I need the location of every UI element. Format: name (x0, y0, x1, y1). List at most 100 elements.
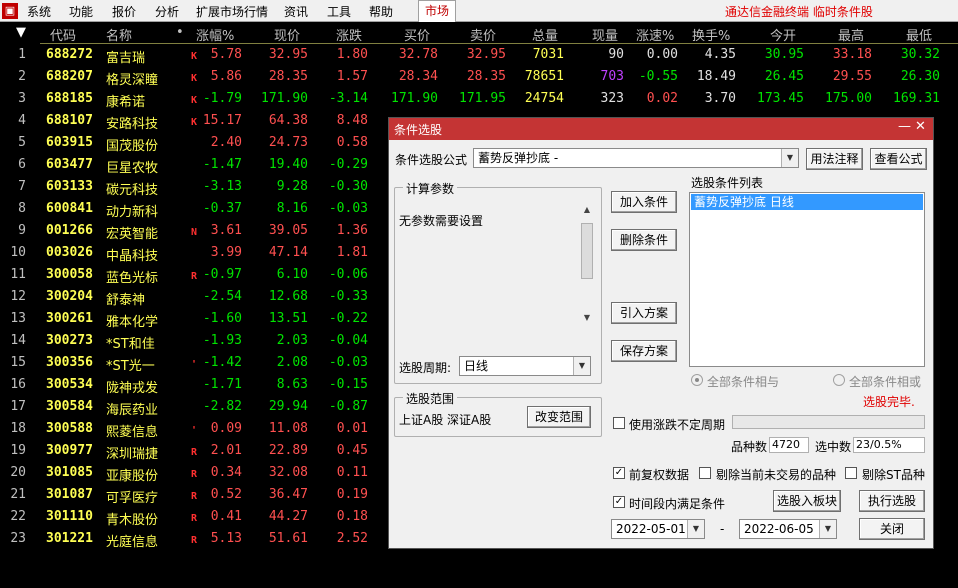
market-tab[interactable]: 市场 (418, 0, 456, 22)
view-formula-button[interactable]: 查看公式 (870, 148, 927, 170)
menu-item-quote[interactable]: 报价 (112, 3, 136, 20)
cell-pct: 5.78 (210, 47, 242, 62)
cell-price: 2.08 (276, 355, 308, 370)
header-speed[interactable]: 涨速% (636, 25, 674, 44)
cell-pct: -1.47 (202, 157, 242, 172)
header-volume[interactable]: 总量 (532, 25, 558, 44)
fq-checkbox[interactable]: ✓ (613, 467, 625, 479)
header-turnover[interactable]: 换手% (692, 25, 730, 44)
menu-item-system[interactable]: 系统 (27, 3, 51, 20)
formula-value: 蓄势反弹抄底 - (478, 151, 559, 165)
formula-label: 条件选股公式 (395, 153, 468, 167)
sort-arrow-icon[interactable]: ▼ (0, 25, 26, 40)
cell-idx: 23 (10, 531, 26, 546)
date-from-picker[interactable]: 2022-05-01 ▼ (611, 519, 705, 539)
chevron-down-icon[interactable]: ▼ (781, 149, 798, 167)
condition-list[interactable]: 蓄势反弹抄底 日线 (689, 192, 925, 367)
cell-idx: 13 (10, 311, 26, 326)
menu-bar: ▣ 系统 功能 报价 分析 扩展市场行情 资讯 工具 帮助 市场 通达信金融终端… (0, 0, 958, 22)
exclude-st-checkbox[interactable] (845, 467, 857, 479)
close-dialog-button[interactable]: 关闭 (859, 518, 925, 540)
cell-ask: 32.95 (466, 47, 506, 62)
cell-chg: -0.03 (328, 201, 368, 216)
chevron-down-icon[interactable]: ▼ (687, 520, 704, 538)
cell-code: 301085 (46, 465, 93, 480)
add-condition-button[interactable]: 加入条件 (611, 191, 677, 213)
cell-name: *ST和佳 (106, 337, 155, 352)
header-bid[interactable]: 买价 (404, 25, 430, 44)
dialog-titlebar[interactable]: 条件选股 — ✕ (389, 118, 933, 140)
header-dot[interactable]: • (176, 25, 184, 40)
cell-idx: 7 (18, 179, 26, 194)
header-code[interactable]: 代码 (50, 25, 76, 44)
table-row[interactable]: 2 688207 格灵深瞳 K 5.86 28.35 1.57 28.34 28.35 78651… (0, 66, 958, 88)
cell-low: 30.32 (900, 47, 940, 62)
header-name[interactable]: 名称 (106, 25, 132, 44)
condition-list-label: 选股条件列表 (691, 176, 764, 190)
scroll-down-icon[interactable]: ▼ (580, 311, 594, 325)
close-icon[interactable]: ✕ (915, 119, 926, 134)
header-open[interactable]: 今开 (770, 25, 796, 44)
header-low[interactable]: 最低 (906, 25, 932, 44)
save-plan-button[interactable]: 保存方案 (611, 340, 677, 362)
cell-code: 301110 (46, 509, 93, 524)
menu-item-tools[interactable]: 工具 (327, 3, 351, 20)
usage-note-button[interactable]: 用法注释 (806, 148, 863, 170)
scroll-up-icon[interactable]: ▲ (580, 203, 594, 217)
cell-name: 亚康股份 (106, 469, 159, 484)
radio-and-label: 全部条件相与 (707, 375, 780, 389)
header-change[interactable]: 涨跌 (336, 25, 362, 44)
cell-code: 300584 (46, 399, 93, 414)
header-high[interactable]: 最高 (838, 25, 864, 44)
params-scrollbar[interactable]: ▲ ▼ (580, 203, 594, 325)
cell-pct: 0.09 (210, 421, 242, 436)
header-ask[interactable]: 卖价 (470, 25, 496, 44)
exclude-untraded-checkbox[interactable] (699, 467, 711, 479)
status-text: 选股完毕. (863, 395, 915, 409)
import-plan-button[interactable]: 引入方案 (611, 302, 677, 324)
cell-chg: -3.14 (328, 91, 368, 106)
execute-select-button[interactable]: 执行选股 (859, 490, 925, 512)
scroll-thumb[interactable] (581, 223, 593, 279)
chevron-down-icon[interactable]: ▼ (819, 520, 836, 538)
app-logo-icon[interactable]: ▣ (2, 3, 18, 19)
menu-item-extended-market[interactable]: 扩展市场行情 (196, 3, 268, 20)
table-row[interactable]: 1 688272 富吉瑞 K 5.78 32.95 1.80 32.78 32.95 7031 90… (0, 44, 958, 66)
cell-turn: 18.49 (696, 69, 736, 84)
use-range-checkbox[interactable] (613, 417, 625, 429)
formula-select[interactable]: 蓄势反弹抄底 - ▼ (473, 148, 799, 168)
date-to-picker[interactable]: 2022-06-05 ▼ (739, 519, 837, 539)
change-range-button[interactable]: 改变范围 (527, 406, 591, 428)
cell-name: 深圳瑞捷 (106, 447, 159, 462)
cell-idx: 2 (18, 69, 26, 84)
header-current-volume[interactable]: 现量 (592, 25, 618, 44)
cell-price: 39.05 (268, 223, 308, 238)
cell-name: 雅本化学 (106, 315, 159, 330)
header-price[interactable]: 现价 (274, 25, 300, 44)
exclude-untraded-label: 剔除当前未交易的品种 (716, 468, 837, 482)
cell-code: 301087 (46, 487, 93, 502)
header-pct[interactable]: 涨幅% (196, 25, 234, 44)
cell-price: 51.61 (268, 531, 308, 546)
period-label: 选股周期: (399, 361, 452, 375)
cell-name: 光庭信息 (106, 535, 159, 550)
condition-list-item[interactable]: 蓄势反弹抄底 日线 (691, 194, 923, 210)
cell-pct: -1.93 (202, 333, 242, 348)
time-condition-checkbox[interactable]: ✓ (613, 496, 625, 508)
chevron-down-icon[interactable]: ▼ (573, 357, 590, 375)
menu-item-help[interactable]: 帮助 (369, 3, 393, 20)
period-select[interactable]: 日线 ▼ (459, 356, 591, 376)
cell-low: 169.31 (893, 91, 940, 106)
menu-item-function[interactable]: 功能 (69, 3, 93, 20)
menu-item-analysis[interactable]: 分析 (155, 3, 179, 20)
delete-condition-button[interactable]: 删除条件 (611, 229, 677, 251)
cell-pct: 5.86 (210, 69, 242, 84)
table-row[interactable]: 3 688185 康希诺 K -1.79 171.90 -3.14 171.90 171.95 2… (0, 88, 958, 110)
menu-item-news[interactable]: 资讯 (284, 3, 308, 20)
minimize-icon[interactable]: — (898, 119, 911, 134)
cell-high: 29.55 (832, 69, 872, 84)
radio-and[interactable] (691, 374, 703, 386)
radio-or[interactable] (833, 374, 845, 386)
cell-name: 富吉瑞 (106, 51, 146, 66)
to-board-button[interactable]: 选股入板块 (773, 490, 841, 512)
